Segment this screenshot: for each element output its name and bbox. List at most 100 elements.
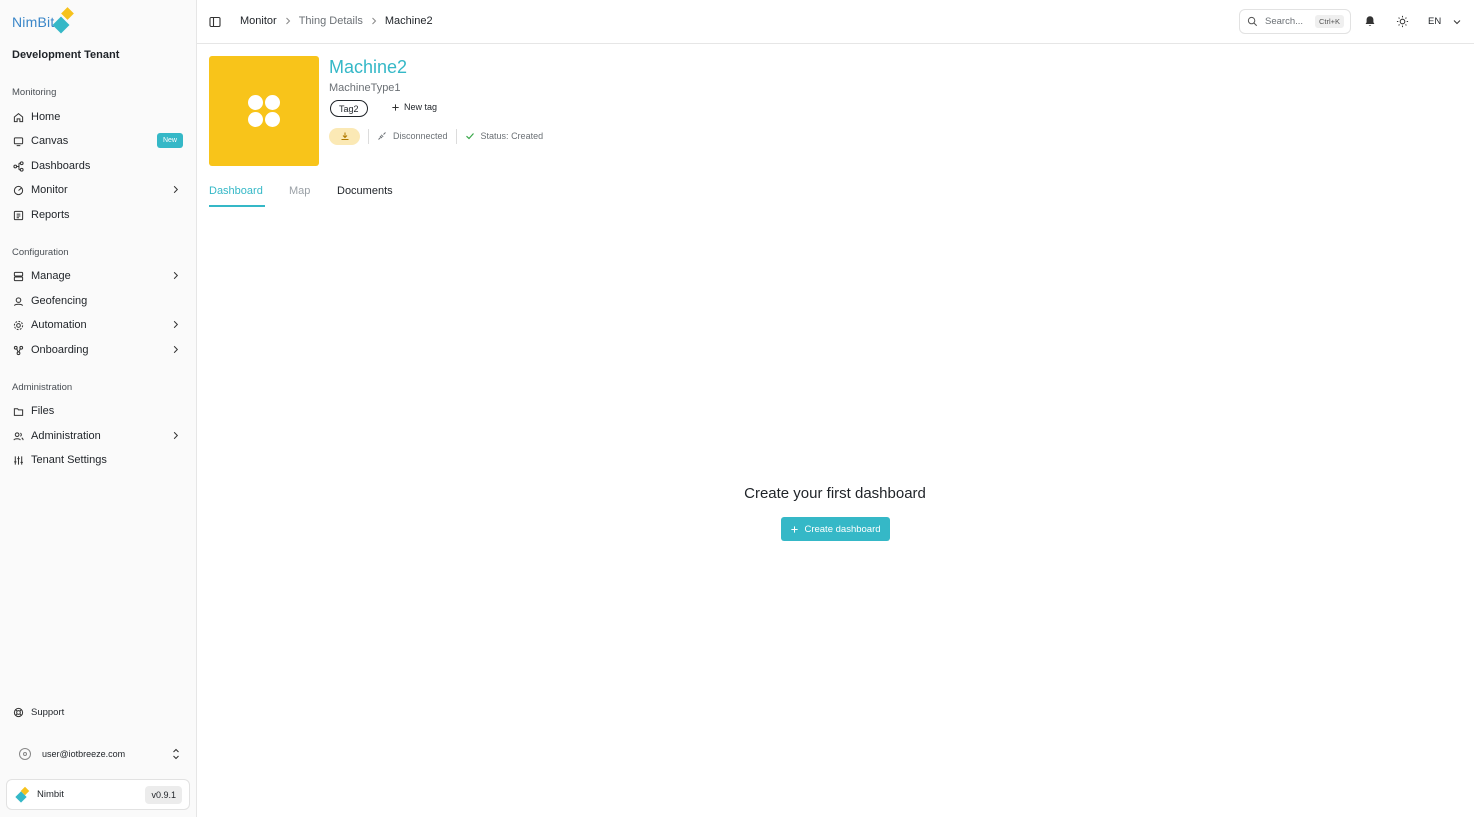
support-icon	[13, 707, 24, 718]
unplugged-icon	[378, 132, 386, 140]
sidebar-item-canvas[interactable]: Canvas New	[6, 130, 190, 152]
thing-type: MachineType1	[329, 82, 401, 94]
logo-mark-icon	[52, 7, 76, 37]
settings-sliders-icon	[13, 455, 24, 466]
sidebar-item-label: Automation	[31, 319, 87, 331]
sidebar-item-label: Reports	[31, 209, 70, 221]
onboarding-icon	[13, 345, 24, 356]
chevron-right-icon	[173, 271, 179, 280]
section-label-administration: Administration	[12, 382, 73, 393]
chevrons-up-down-icon	[173, 748, 179, 760]
manage-icon	[13, 271, 24, 282]
monitor-icon	[13, 185, 24, 196]
chevron-right-icon	[173, 320, 179, 329]
dashboards-icon	[13, 160, 24, 172]
app-version-card: Nimbit v0.9.1	[6, 779, 190, 810]
support-label: Support	[31, 706, 65, 718]
version-badge: v0.9.1	[145, 786, 182, 804]
plus-icon	[392, 103, 399, 111]
create-dashboard-button[interactable]: Create dashboard	[781, 517, 890, 541]
search-shortcut: Ctrl+K	[1314, 15, 1344, 28]
download-icon	[341, 132, 348, 140]
sidebar: NimBit Development Tenant Monitoring Hom…	[0, 0, 197, 817]
sidebar-item-tenant-settings[interactable]: Tenant Settings	[6, 449, 190, 471]
sidebar-item-label: Onboarding	[31, 344, 89, 356]
thing-status-row: Disconnected Status: Created	[329, 127, 543, 145]
chevron-right-icon	[372, 17, 377, 25]
reports-icon	[13, 210, 24, 221]
logo-text: NimBit	[12, 14, 55, 30]
automation-icon	[13, 320, 24, 331]
breadcrumb-item-current: Machine2	[384, 15, 433, 27]
sidebar-item-administration[interactable]: Administration	[6, 425, 190, 447]
section-label-configuration: Configuration	[12, 247, 69, 258]
folder-icon	[13, 406, 24, 417]
connection-label: Disconnected	[393, 131, 448, 141]
sidebar-item-label: Canvas	[31, 135, 69, 147]
app-logo[interactable]: NimBit	[12, 7, 76, 37]
chevron-right-icon	[173, 185, 179, 194]
user-menu[interactable]: user@iotbreeze.com	[6, 743, 190, 765]
sidebar-item-dashboards[interactable]: Dashboards	[6, 155, 190, 177]
sidebar-item-label: Files	[31, 405, 55, 417]
tag-chip[interactable]: Tag2	[330, 100, 368, 117]
breadcrumb-item-thing-details[interactable]: Thing Details	[299, 15, 363, 27]
sidebar-item-label: Administration	[31, 430, 101, 442]
new-tag-label: New tag	[404, 102, 438, 112]
active-tab-indicator	[209, 205, 265, 207]
language-selector[interactable]: EN	[1428, 16, 1462, 27]
sidebar-item-label: Tenant Settings	[31, 454, 107, 466]
sidebar-item-label: Home	[31, 111, 61, 123]
logo-mark-icon	[15, 786, 30, 803]
sidebar-item-geofencing[interactable]: Geofencing	[6, 290, 190, 312]
sidebar-item-home[interactable]: Home	[6, 106, 190, 128]
breadcrumb-item-monitor[interactable]: Monitor	[240, 15, 277, 27]
tab-dashboard[interactable]: Dashboard	[209, 185, 263, 197]
sidebar-item-files[interactable]: Files	[6, 400, 190, 422]
create-dashboard-label: Create dashboard	[804, 523, 881, 535]
canvas-icon	[13, 136, 24, 147]
chevron-right-icon	[173, 431, 179, 440]
thing-image-dot	[265, 95, 280, 110]
sidebar-item-label: Geofencing	[31, 295, 88, 307]
section-label-monitoring: Monitoring	[12, 87, 57, 98]
divider	[368, 128, 369, 144]
chevron-right-icon	[285, 17, 290, 25]
download-button[interactable]	[329, 127, 360, 145]
language-label: EN	[1428, 16, 1442, 27]
tab-documents[interactable]: Documents	[337, 185, 393, 197]
sidebar-item-label: Dashboards	[31, 160, 91, 172]
breadcrumb: Monitor Thing Details Machine2	[240, 15, 433, 27]
search-input[interactable]: Search... Ctrl+K	[1239, 9, 1351, 34]
theme-toggle-sun-icon[interactable]	[1396, 15, 1409, 28]
user-email: user@iotbreeze.com	[42, 749, 126, 759]
sidebar-item-label: Monitor	[31, 184, 68, 196]
sidebar-toggle-icon[interactable]	[209, 16, 221, 28]
sidebar-item-manage[interactable]: Manage	[6, 265, 190, 287]
plus-icon	[791, 525, 799, 533]
status-label: Status: Created	[480, 131, 544, 141]
sidebar-item-monitor[interactable]: Monitor	[6, 179, 190, 201]
geofencing-icon	[13, 296, 24, 307]
sidebar-item-onboarding[interactable]: Onboarding	[6, 339, 190, 361]
sidebar-item-reports[interactable]: Reports	[6, 204, 190, 226]
bell-icon[interactable]	[1364, 15, 1376, 27]
chevron-right-icon	[173, 345, 179, 354]
users-icon	[13, 431, 24, 442]
support-link[interactable]: Support	[6, 702, 190, 722]
lifecycle-status: Status: Created	[465, 131, 544, 141]
connection-status: Disconnected	[377, 131, 448, 141]
thing-image-dot	[248, 112, 263, 127]
thing-image-dot	[265, 112, 280, 127]
sidebar-item-automation[interactable]: Automation	[6, 314, 190, 336]
new-tag-button[interactable]: New tag	[391, 102, 437, 112]
thing-image	[209, 56, 319, 166]
avatar	[19, 748, 31, 760]
app-name: Nimbit	[37, 789, 64, 800]
new-badge: New	[156, 133, 183, 148]
home-icon	[13, 112, 24, 123]
divider	[455, 128, 457, 144]
tab-map[interactable]: Map	[289, 185, 310, 197]
search-placeholder: Search...	[1265, 16, 1304, 27]
sidebar-item-label: Manage	[31, 270, 71, 282]
